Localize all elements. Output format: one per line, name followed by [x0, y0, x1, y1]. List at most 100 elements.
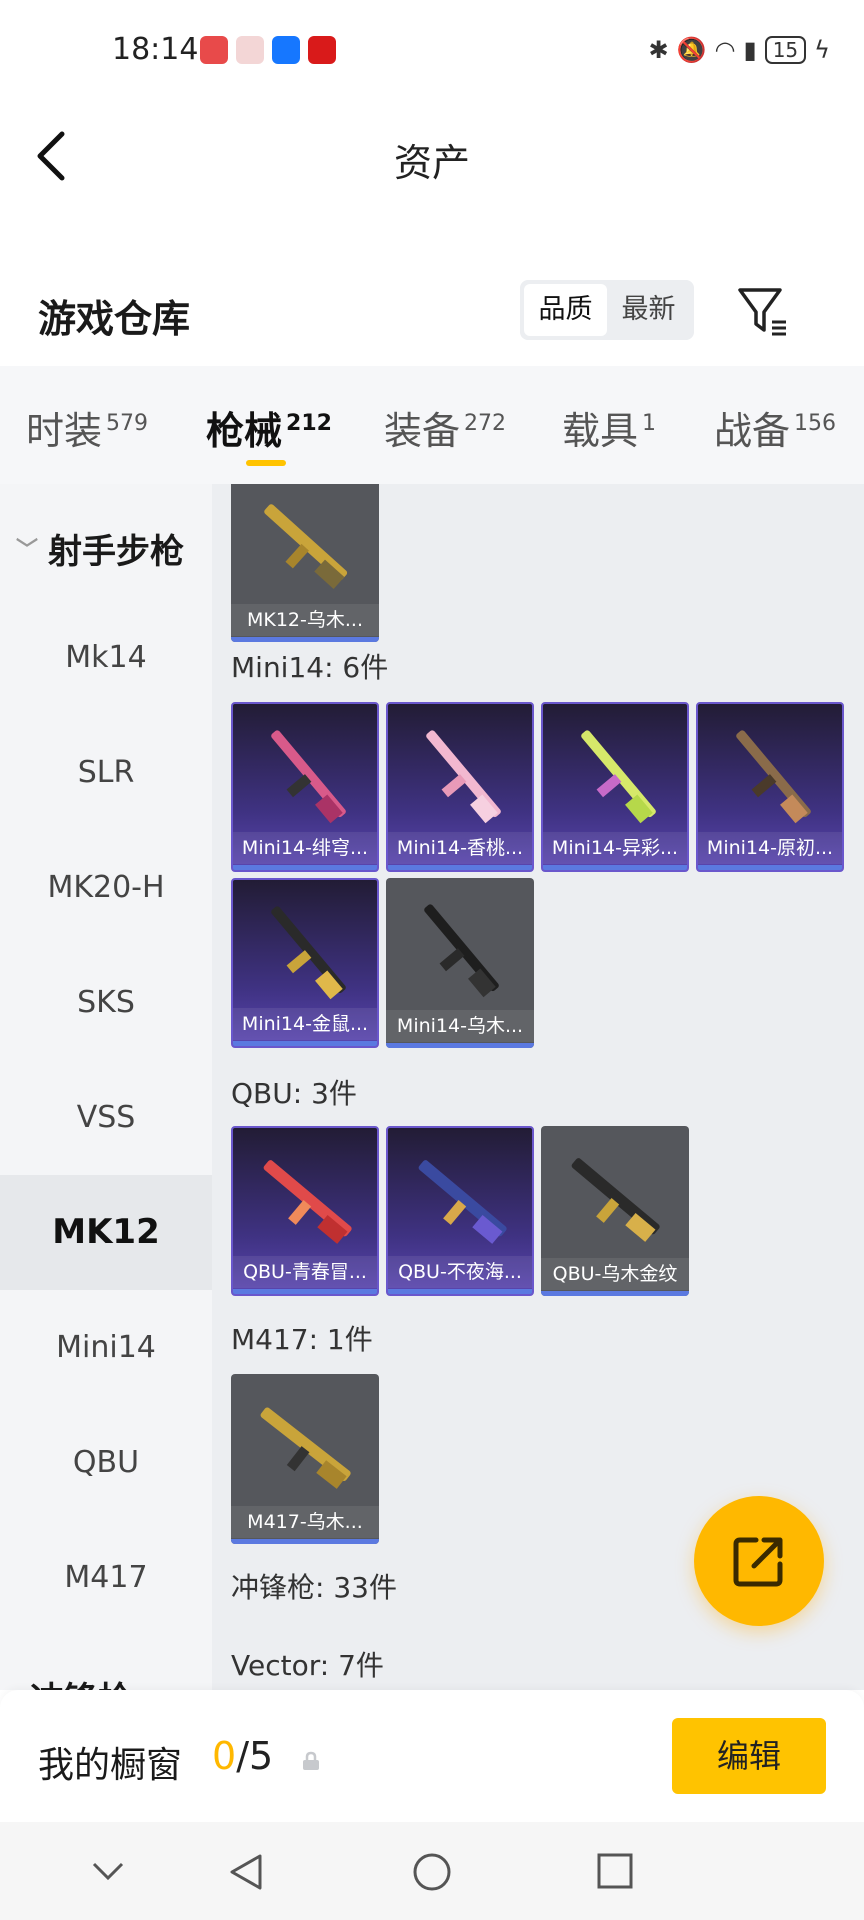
- weapon-card-label: Mini14-绯穹...: [233, 832, 377, 864]
- sort-newest-button[interactable]: 最新: [607, 284, 690, 336]
- weapon-card-label: Mini14-异彩...: [543, 832, 687, 864]
- sidebar-group-smg[interactable]: ›冲锋枪: [16, 1672, 132, 1690]
- section-heading-qbu: QBU: 3件: [231, 1077, 357, 1110]
- rifle-icon: [260, 1407, 351, 1489]
- edit-button[interactable]: 编辑: [672, 1718, 826, 1794]
- chevron-right-icon: ›: [16, 1680, 30, 1690]
- nav-recent-icon[interactable]: [596, 1852, 634, 1890]
- tab-guns[interactable]: 枪械 212: [206, 400, 332, 455]
- weapon-sidebar: ﹀ 射手步枪 Mk14 SLR MK20-H SKS VSS MK12 Mini1…: [0, 484, 212, 1690]
- share-icon: [733, 1537, 783, 1587]
- sidebar-item-mk20h[interactable]: MK20-H: [0, 830, 212, 945]
- nav-back-icon[interactable]: [226, 1852, 266, 1892]
- alert-icon: ▮: [743, 36, 757, 64]
- lock-icon: [300, 1750, 322, 1772]
- rifle-icon: [581, 730, 656, 824]
- weapon-card-label: QBU-不夜海...: [388, 1256, 532, 1288]
- active-tab-indicator: [246, 460, 286, 466]
- bluetooth-icon: ✱: [648, 36, 669, 64]
- huawei-app-icon: [200, 36, 228, 64]
- weapon-card-label: M417-乌木...: [231, 1506, 379, 1538]
- alipay-app-icon: [272, 36, 300, 64]
- showcase-count-current: 0: [212, 1734, 237, 1778]
- system-nav-bar: [0, 1822, 864, 1920]
- page-title: 资产: [393, 141, 470, 185]
- tab-label: 时装: [26, 409, 103, 453]
- tab-label: 战备: [714, 409, 791, 453]
- weapon-card-label: MK12-乌木...: [231, 604, 379, 636]
- showcase-bar: 我的橱窗 0/5 编辑: [0, 1690, 864, 1822]
- weapon-card[interactable]: Mini14-香桃...: [386, 702, 534, 872]
- section-heading-mini14: Mini14: 6件: [231, 651, 389, 684]
- sidebar-item-mk12[interactable]: MK12: [0, 1175, 212, 1290]
- nav-home-icon[interactable]: [412, 1852, 452, 1892]
- sidebar-item-vss[interactable]: VSS: [0, 1060, 212, 1175]
- tab-count: 579: [106, 411, 149, 436]
- weapon-card[interactable]: QBU-乌木金纹: [541, 1126, 689, 1296]
- tab-count: 1: [642, 411, 657, 436]
- rifle-icon: [263, 1160, 352, 1244]
- quality-bar: [231, 1539, 379, 1544]
- tab-supplies[interactable]: 战备 156: [714, 400, 836, 455]
- rifle-icon: [264, 504, 348, 589]
- sidebar-item-m417[interactable]: M417: [0, 1520, 212, 1635]
- weapon-card[interactable]: Mini14-金鼠...: [231, 878, 379, 1048]
- status-bar: 18:14 ✱ 🔕 ◠ ▮ 15 ϟ: [0, 0, 864, 104]
- rifle-icon: [271, 906, 346, 1000]
- tab-count: 272: [464, 411, 507, 436]
- rifle-icon: [736, 730, 811, 824]
- weapon-card[interactable]: Mini14-乌木...: [386, 878, 534, 1048]
- charging-icon: ϟ: [814, 36, 830, 64]
- warehouse-header: 游戏仓库 品质 最新: [0, 264, 864, 360]
- quality-bar: [388, 1289, 532, 1294]
- sidebar-item-mini14[interactable]: Mini14: [0, 1290, 212, 1405]
- weapon-card-label: Mini14-金鼠...: [233, 1008, 377, 1040]
- red-app-icon: [308, 36, 336, 64]
- sidebar-item-qbu[interactable]: QBU: [0, 1405, 212, 1520]
- filter-icon[interactable]: [736, 284, 792, 340]
- tab-label: 装备: [384, 409, 461, 453]
- status-time: 18:14: [112, 32, 199, 67]
- tab-vehicles[interactable]: 载具 1: [562, 400, 656, 455]
- quality-bar: [698, 865, 842, 870]
- section-heading-smg: 冲锋枪: 33件: [231, 1571, 397, 1604]
- weapon-card-label: QBU-青春冒...: [233, 1256, 377, 1288]
- weapon-card[interactable]: M417-乌木...: [231, 1374, 379, 1544]
- tab-fashion[interactable]: 时装 579: [26, 400, 148, 455]
- sidebar-item-sks[interactable]: SKS: [0, 945, 212, 1060]
- sidebar-group-label: 冲锋枪: [30, 1680, 132, 1690]
- sidebar-item-mk14[interactable]: Mk14: [0, 600, 212, 715]
- rifle-icon: [426, 730, 501, 824]
- share-button[interactable]: [694, 1496, 824, 1626]
- category-tabs: 时装 579 枪械 212 装备 272 载具 1 战备 156: [0, 366, 864, 484]
- rifle-icon: [571, 1158, 660, 1242]
- sidebar-group-marksman[interactable]: ﹀ 射手步枪: [16, 524, 184, 573]
- weapon-card[interactable]: MK12-乌木...: [231, 484, 379, 642]
- showcase-title: 我的橱窗: [38, 1745, 183, 1786]
- weapon-card[interactable]: QBU-青春冒...: [231, 1126, 379, 1296]
- quality-bar: [543, 865, 687, 870]
- tab-equipment[interactable]: 装备 272: [384, 400, 506, 455]
- weapon-card[interactable]: Mini14-异彩...: [541, 702, 689, 872]
- quality-bar: [388, 865, 532, 870]
- nav-down-icon[interactable]: [90, 1852, 126, 1888]
- weapon-card-label: Mini14-香桃...: [388, 832, 532, 864]
- quality-bar: [386, 1043, 534, 1048]
- sort-quality-button[interactable]: 品质: [524, 284, 607, 336]
- section-heading-vector: Vector: 7件: [231, 1649, 384, 1682]
- warehouse-title: 游戏仓库: [38, 297, 191, 341]
- sidebar-item-slr[interactable]: SLR: [0, 715, 212, 830]
- rifle-icon: [424, 904, 499, 998]
- weapon-card-label: QBU-乌木金纹: [541, 1258, 689, 1290]
- gift-app-icon: [236, 36, 264, 64]
- sidebar-group-label: 射手步枪: [48, 532, 185, 572]
- battery-icon: 15: [764, 36, 807, 64]
- rifle-icon: [418, 1160, 507, 1244]
- weapon-card[interactable]: QBU-不夜海...: [386, 1126, 534, 1296]
- weapon-card[interactable]: Mini14-原初...: [696, 702, 844, 872]
- quality-bar: [541, 1291, 689, 1296]
- quality-bar: [233, 1041, 377, 1046]
- section-heading-m417: M417: 1件: [231, 1323, 373, 1356]
- mute-icon: 🔕: [676, 36, 707, 64]
- weapon-card[interactable]: Mini14-绯穹...: [231, 702, 379, 872]
